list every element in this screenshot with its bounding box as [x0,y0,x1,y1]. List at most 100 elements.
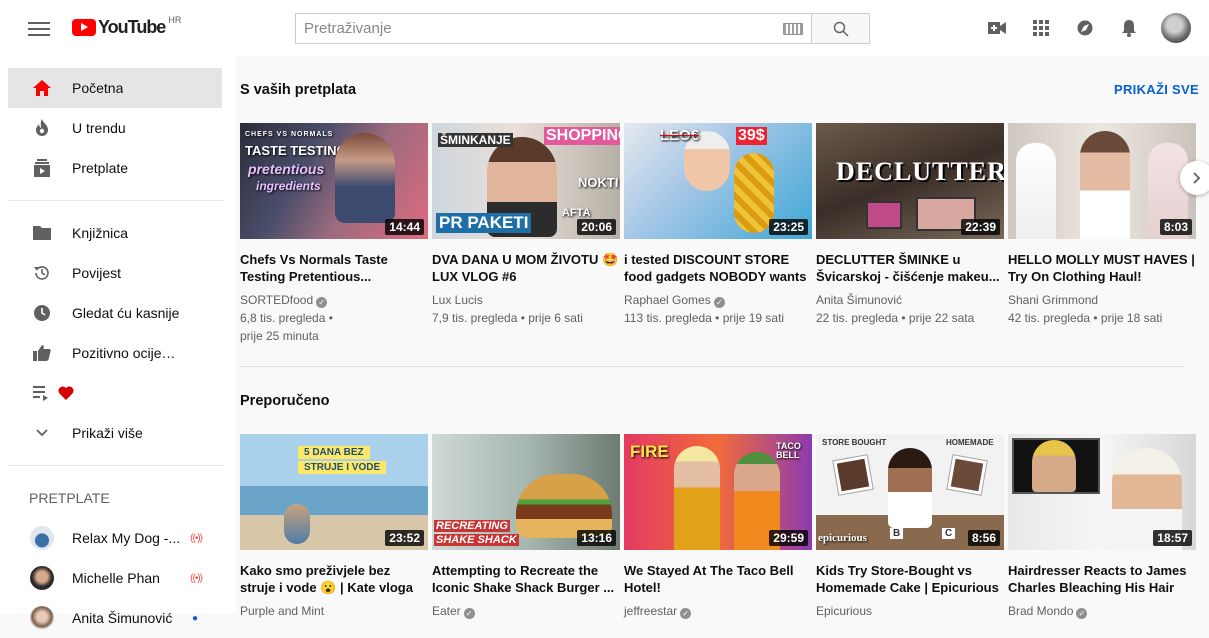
sidebar-item-subscriptions[interactable]: Pretplate [0,148,236,188]
youtube-logo[interactable]: YouTube HR [72,15,182,38]
search-input[interactable]: Pretraživanje [295,13,811,44]
sidebar-item-history[interactable]: Povijest [0,253,236,293]
thumbnail-text: STORE BOUGHT [822,438,887,447]
video-title[interactable]: DECLUTTER ŠMINKE u Švicarskoj - čišćenje… [816,251,1004,285]
thumbnail-object [947,455,987,495]
sidebar-channel-relax-my-dog[interactable]: Relax My Dog -... ((•)) [0,518,236,558]
video-thumbnail[interactable]: LEO€ 39$ 23:25 [624,123,812,239]
video-title[interactable]: Attempting to Recreate the Iconic Shake … [432,562,620,596]
channel-avatar [30,566,54,590]
video-title[interactable]: DVA DANA U MOM ŽIVOTU 🤩 LUX VLOG #6 [432,251,620,285]
live-icon: ((•)) [190,572,203,584]
sidebar-item-watch-later[interactable]: Gledat ću kasnije [0,293,236,333]
thumbnail-text: AFTA [562,207,591,219]
channel-name[interactable]: Epicurious [816,602,1004,620]
subscriptions-icon [30,156,54,180]
verified-icon: ✓ [463,608,475,619]
video-card[interactable]: ŠMINKANJE SHOPPING NOKTI PR PAKETI AFTA … [432,123,620,345]
clock-icon [30,301,54,325]
channel-name[interactable]: Raphael Gomes ✓ [624,291,812,309]
channel-name-text: SORTEDfood [240,293,314,307]
video-thumbnail[interactable]: 5 DANA BEZ STRUJE I VODE 23:52 [240,434,428,550]
video-title[interactable]: Kids Try Store-Bought vs Homemade Cake |… [816,562,1004,596]
channel-name[interactable]: Shani Grimmond [1008,291,1196,309]
sidebar-item-library[interactable]: Knjižnica [0,213,236,253]
channel-name[interactable]: SORTEDfood ✓ [240,291,428,309]
show-all-link[interactable]: PRIKAŽI SVE [1114,82,1199,97]
video-duration: 8:56 [967,530,1000,546]
sidebar-item-label: Knjižnica [72,225,129,241]
thumbnail-text: 5 DANA BEZ [298,446,370,459]
sidebar-item-show-more[interactable]: Prikaži više [0,413,236,453]
video-title[interactable]: Kako smo preživjele bez struje i vode 😮 … [240,562,428,596]
keyboard-icon[interactable] [783,22,803,35]
channel-name[interactable]: Purple and Mint [240,602,428,620]
account-avatar[interactable] [1161,13,1191,43]
sidebar-item-label: U trendu [72,120,126,136]
messages-icon[interactable] [1073,16,1097,40]
thumbnail-text: ingredients [256,179,321,193]
channel-name[interactable]: Lux Lucis [432,291,620,309]
section-title-subscriptions: S vaših pretplata [240,82,357,98]
sidebar-item-home[interactable]: Početna [8,68,222,108]
channel-name[interactable]: Eater ✓ [432,602,620,620]
channel-name[interactable]: jeffreestar ✓ [624,602,812,620]
sidebar-item-label: Pozitivno ocijenje... [72,345,182,361]
sidebar-item-liked[interactable]: Pozitivno ocijenje... [0,333,236,373]
video-thumbnail[interactable]: STORE BOUGHT HOMEMADE epicurious B C 8:5… [816,434,1004,550]
thumbnail-text: TASTE TESTING [245,143,347,158]
video-title[interactable]: We Stayed At The Taco Bell Hotel! [624,562,812,596]
carousel-next-button[interactable] [1180,161,1209,195]
search-button[interactable] [811,13,870,44]
video-views: 22 tis. pregleda • prije 22 sata [816,311,975,325]
video-card[interactable]: CHEFS VS NORMALS TASTE TESTING pretentio… [240,123,428,345]
apps-icon[interactable] [1029,16,1053,40]
sidebar: Početna U trendu Pretplate Knjižnica Pov… [0,56,236,630]
thumbnail-text: C [942,528,956,539]
video-card[interactable]: 18:57 Hairdresser Reacts to James Charle… [1008,434,1196,620]
search-bar: Pretraživanje [295,13,870,44]
country-code: HR [168,15,182,25]
channel-name[interactable]: Brad Mondo ✓ [1008,602,1196,620]
video-card[interactable]: RECREATING SHAKE SHACK 13:16 Attempting … [432,434,620,620]
video-title[interactable]: HELLO MOLLY MUST HAVES | Try On Clothing… [1008,251,1196,285]
channel-name[interactable]: Anita Šimunović [816,291,1004,309]
video-thumbnail[interactable]: DECLUTTER 22:39 [816,123,1004,239]
video-duration: 23:52 [385,530,424,546]
video-card[interactable]: STORE BOUGHT HOMEMADE epicurious B C 8:5… [816,434,1004,620]
video-card[interactable]: LEO€ 39$ 23:25 i tested DISCOUNT STORE f… [624,123,812,345]
sidebar-channel-michelle-phan[interactable]: Michelle Phan ((•)) [0,558,236,598]
menu-icon[interactable] [28,18,50,38]
video-thumbnail[interactable]: ŠMINKANJE SHOPPING NOKTI PR PAKETI AFTA … [432,123,620,239]
sidebar-item-label: Relax My Dog -... [72,530,181,546]
video-title[interactable]: Chefs Vs Normals Taste Testing Pretentio… [240,251,428,285]
video-duration: 18:57 [1153,530,1192,546]
playlist-icon [30,381,54,405]
channel-name-text: Shani Grimmond [1008,293,1099,307]
video-card[interactable]: 8:03 HELLO MOLLY MUST HAVES | Try On Clo… [1008,123,1196,345]
create-video-icon[interactable] [985,16,1009,40]
video-card[interactable]: 5 DANA BEZ STRUJE I VODE 23:52 Kako smo … [240,434,428,620]
video-card[interactable]: DECLUTTER 22:39 DECLUTTER ŠMINKE u Švica… [816,123,1004,345]
verified-icon: ✓ [316,297,328,308]
channel-name-text: Brad Mondo [1008,604,1074,618]
video-thumbnail[interactable]: 8:03 [1008,123,1196,239]
thumbnail-text: pretentious [248,161,325,177]
video-thumbnail[interactable]: FIRE TACO BELL 29:59 [624,434,812,550]
notifications-icon[interactable] [1117,16,1141,40]
video-title[interactable]: i tested DISCOUNT STORE food gadgets NOB… [624,251,812,285]
video-thumbnail[interactable]: 18:57 [1008,434,1196,550]
sidebar-item-playlist[interactable] [0,373,236,413]
video-thumbnail[interactable]: RECREATING SHAKE SHACK 13:16 [432,434,620,550]
top-icons [985,16,1141,40]
video-thumbnail[interactable]: CHEFS VS NORMALS TASTE TESTING pretentio… [240,123,428,239]
sidebar-item-trending[interactable]: U trendu [0,108,236,148]
channel-avatar [30,606,54,630]
section-divider [240,366,1184,367]
video-views: 6,8 tis. pregleda • [240,311,333,325]
thumbnail-text: TACO BELL [776,441,801,460]
thumbnail-figure [888,448,932,528]
video-title[interactable]: Hairdresser Reacts to James Charles Blea… [1008,562,1196,596]
sidebar-channel-anita-simunovic[interactable]: Anita Šimunović ● [0,598,236,638]
video-card[interactable]: FIRE TACO BELL 29:59 We Stayed At The Ta… [624,434,812,620]
